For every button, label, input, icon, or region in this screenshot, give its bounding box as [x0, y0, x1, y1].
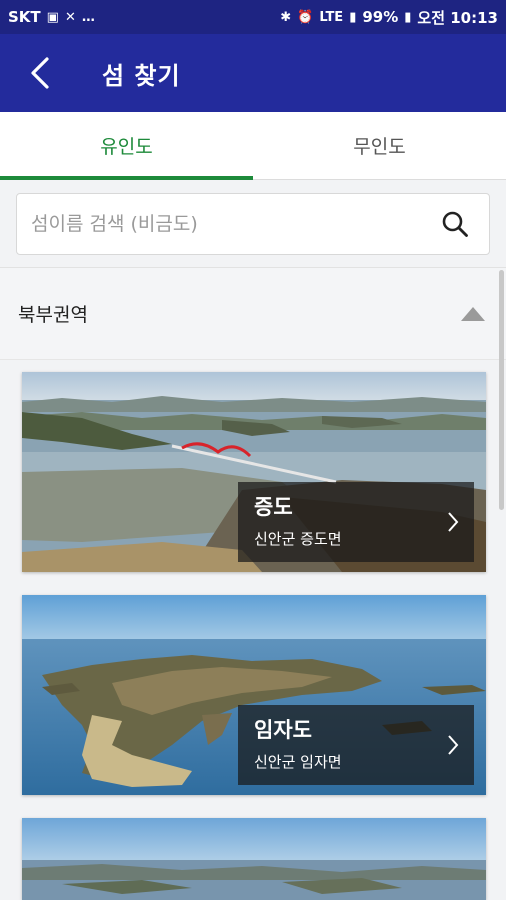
signal-icon: ▮	[349, 9, 357, 25]
tab-label: 무인도	[353, 136, 406, 158]
search-button[interactable]	[435, 204, 475, 244]
more-notifications-icon: …	[81, 9, 95, 25]
back-button[interactable]	[0, 34, 80, 112]
battery-icon: ▮	[404, 9, 412, 25]
status-right: ✱ ⏰ LTE ▮ 99% ▮ 오전 10:13	[280, 7, 498, 28]
clock: 오전 10:13	[417, 8, 498, 27]
island-photo	[22, 818, 486, 900]
island-card[interactable]: 임자도 신안군 임자면	[22, 595, 486, 795]
bluetooth-icon: ✱	[280, 9, 292, 25]
region-section-header[interactable]: 북부권역	[0, 268, 506, 360]
island-name: 증도	[254, 495, 293, 519]
search-icon	[442, 211, 468, 237]
section-title: 북부권역	[18, 304, 88, 326]
scrollbar[interactable]	[499, 270, 504, 510]
status-bar: SKT ▣ ✕ … ✱ ⏰ LTE ▮ 99% ▮ 오전 10:13	[0, 0, 506, 34]
tab-label: 유인도	[100, 136, 153, 158]
island-name: 임자도	[254, 718, 312, 742]
collapse-button[interactable]	[446, 294, 486, 334]
app-bar: 섬 찾기	[0, 34, 506, 112]
tab-bar: 유인도 무인도	[0, 112, 506, 180]
search-input[interactable]	[31, 213, 435, 235]
alarm-icon: ⏰	[297, 9, 314, 25]
network-type-label: LTE	[319, 9, 344, 25]
back-arrow-icon	[31, 57, 49, 89]
image-notification-icon: ▣	[46, 9, 59, 25]
island-card[interactable]	[22, 818, 486, 900]
page-title: 섬 찾기	[102, 61, 181, 90]
search-box	[16, 193, 490, 255]
collapse-triangle-icon	[461, 306, 485, 321]
battery-percent: 99%	[362, 8, 399, 26]
carrier-label: SKT	[8, 8, 41, 26]
chevron-right-icon	[448, 512, 459, 532]
tab-uninhabited-islands[interactable]: 무인도	[253, 112, 506, 179]
chevron-right-icon	[448, 735, 459, 755]
island-region: 신안군 증도면	[254, 530, 342, 548]
island-region: 신안군 임자면	[254, 753, 342, 771]
search-area	[0, 180, 506, 268]
tab-inhabited-islands[interactable]: 유인도	[0, 112, 253, 180]
island-info-panel: 임자도 신안군 임자면	[238, 705, 474, 785]
status-left: SKT ▣ ✕ …	[8, 8, 95, 26]
app-notification-icon: ✕	[64, 9, 76, 25]
island-card[interactable]: 증도 신안군 증도면	[22, 372, 486, 572]
island-info-panel: 증도 신안군 증도면	[238, 482, 474, 562]
